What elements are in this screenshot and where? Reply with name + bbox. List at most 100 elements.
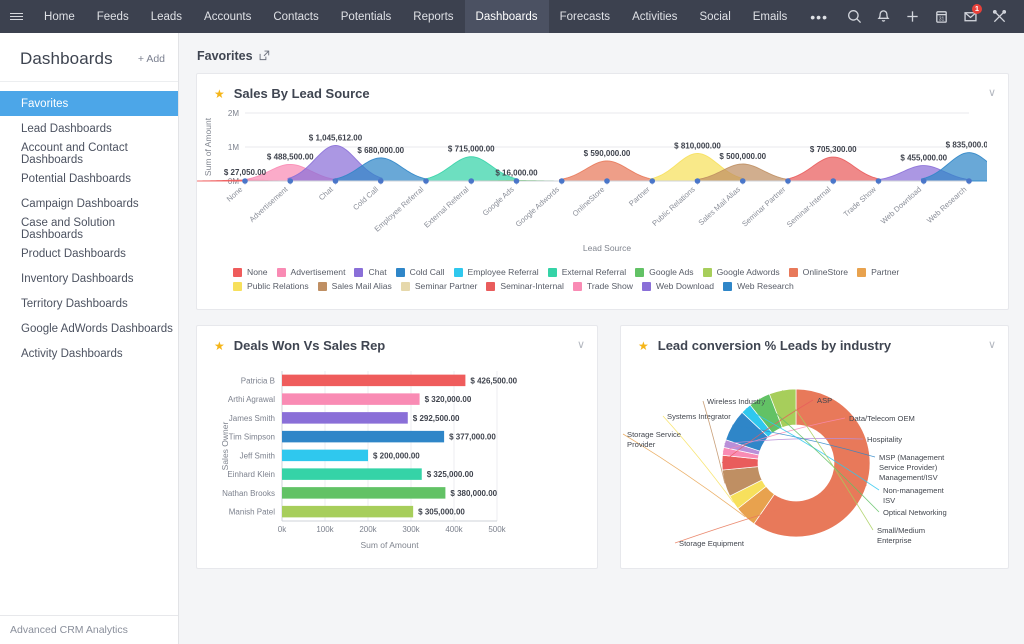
nav-item-dashboards[interactable]: Dashboards: [465, 0, 549, 33]
legend-item[interactable]: None: [233, 267, 268, 277]
hamburger-menu-icon[interactable]: [0, 11, 33, 22]
plus-icon[interactable]: [898, 0, 927, 33]
add-dashboard-button[interactable]: + Add: [138, 53, 165, 65]
data-point-0[interactable]: [242, 178, 248, 184]
x-axis-tick-label: Partner: [627, 184, 652, 208]
legend-item[interactable]: Web Research: [723, 281, 794, 291]
tools-icon[interactable]: [985, 0, 1014, 33]
legend-item[interactable]: External Referral: [548, 267, 626, 277]
legend-item[interactable]: OnlineStore: [789, 267, 848, 277]
data-point-4[interactable]: [423, 178, 429, 184]
sidebar-item-case-and-solution-dashboards[interactable]: Case and Solution Dashboards: [0, 216, 178, 241]
legend-item[interactable]: Google Adwords: [703, 267, 780, 277]
nav-item-home[interactable]: Home: [33, 0, 86, 33]
data-point-13[interactable]: [830, 178, 836, 184]
y-axis-category-label: Tim Simpson: [229, 433, 275, 442]
sidebar-item-potential-dashboards[interactable]: Potential Dashboards: [0, 166, 178, 191]
nav-item-emails[interactable]: Emails: [742, 0, 799, 33]
bell-icon[interactable]: [869, 0, 898, 33]
y-axis-category-label: Arthi Agrawal: [228, 395, 275, 404]
sidebar-item-favorites[interactable]: Favorites: [0, 91, 178, 116]
sidebar-item-campaign-dashboards[interactable]: Campaign Dashboards: [0, 191, 178, 216]
legend-item[interactable]: Sales Mail Alias: [318, 281, 392, 291]
nav-item-reports[interactable]: Reports: [402, 0, 464, 33]
sidebar-item-lead-dashboards[interactable]: Lead Dashboards: [0, 116, 178, 141]
nav-item-activities[interactable]: Activities: [621, 0, 688, 33]
bar-1[interactable]: [282, 393, 420, 405]
legend-item[interactable]: Advertisement: [277, 267, 346, 277]
chevron-down-icon[interactable]: ∨: [988, 340, 996, 351]
data-point-7[interactable]: [559, 178, 565, 184]
data-label-13: $ 705,300.00: [810, 145, 857, 154]
legend-item[interactable]: Web Download: [642, 281, 714, 291]
calendar-icon[interactable]: 31: [927, 0, 956, 33]
chevron-down-icon[interactable]: ∨: [988, 88, 996, 99]
search-icon[interactable]: [840, 0, 869, 33]
nav-item-leads[interactable]: Leads: [140, 0, 193, 33]
nav-item-potentials[interactable]: Potentials: [330, 0, 403, 33]
data-label-15: $ 455,000.00: [900, 154, 947, 163]
nav-item-accounts[interactable]: Accounts: [193, 0, 262, 33]
favorite-star-icon[interactable]: ★: [214, 339, 225, 353]
main-content: Favorites ★ Sales By Lead Source ∨ 0M1M2…: [179, 33, 1024, 644]
favorite-star-icon[interactable]: ★: [638, 339, 649, 353]
legend-item[interactable]: Seminar Partner: [401, 281, 478, 291]
nav-item-contacts[interactable]: Contacts: [262, 0, 329, 33]
legend-item[interactable]: Chat: [354, 267, 386, 277]
legend-swatch-icon: [635, 268, 644, 277]
x-axis-tick-label: Google Ads: [481, 185, 516, 218]
nav-right-icons: 31 1: [840, 0, 1024, 33]
sidebar-item-google-adwords-dashboards[interactable]: Google AdWords Dashboards: [0, 316, 178, 341]
external-link-icon[interactable]: [259, 50, 270, 61]
data-point-14[interactable]: [876, 178, 882, 184]
legend-item[interactable]: Seminar-Internal: [486, 281, 564, 291]
sidebar-item-account-and-contact-dashboards[interactable]: Account and Contact Dashboards: [0, 141, 178, 166]
data-point-8[interactable]: [604, 178, 610, 184]
sidebar-item-product-dashboards[interactable]: Product Dashboards: [0, 241, 178, 266]
legend-swatch-icon: [548, 268, 557, 277]
legend-swatch-icon: [723, 282, 732, 291]
nav-item-feeds[interactable]: Feeds: [86, 0, 140, 33]
legend-label: Sales Mail Alias: [332, 281, 392, 291]
data-point-5[interactable]: [468, 178, 474, 184]
data-point-3[interactable]: [378, 178, 384, 184]
legend-item[interactable]: Trade Show: [573, 281, 633, 291]
bar-3[interactable]: [282, 431, 444, 443]
nav-item-social[interactable]: Social: [688, 0, 741, 33]
legend-item[interactable]: Partner: [857, 267, 899, 277]
legend-label: Google Ads: [649, 267, 693, 277]
data-point-1[interactable]: [287, 178, 293, 184]
bar-2[interactable]: [282, 412, 408, 424]
sidebar-item-inventory-dashboards[interactable]: Inventory Dashboards: [0, 266, 178, 291]
bar-0[interactable]: [282, 375, 465, 387]
bar-7[interactable]: [282, 506, 413, 518]
data-point-12[interactable]: [785, 178, 791, 184]
legend-item[interactable]: Google Ads: [635, 267, 693, 277]
legend-item[interactable]: Employee Referral: [454, 267, 539, 277]
favorite-star-icon[interactable]: ★: [214, 87, 225, 101]
bar-4[interactable]: [282, 450, 368, 462]
nav-more-icon[interactable]: •••: [798, 0, 840, 33]
legend-item[interactable]: Cold Call: [396, 267, 445, 277]
pie-label-9: Optical Networking: [883, 508, 947, 517]
bar-5[interactable]: [282, 468, 422, 480]
data-point-11[interactable]: [740, 178, 746, 184]
top-navigation-bar: HomeFeedsLeadsAccountsContactsPotentials…: [0, 0, 1024, 33]
x-axis-tick-label: Trade Show: [842, 184, 879, 218]
data-point-2[interactable]: [333, 178, 339, 184]
mail-icon[interactable]: 1: [956, 0, 985, 33]
bar-6[interactable]: [282, 487, 445, 499]
data-point-6[interactable]: [514, 178, 520, 184]
chevron-down-icon[interactable]: ∨: [577, 340, 585, 351]
area-chart: 0M1M2MSum of AmountNoneAdvertisementChat…: [197, 101, 1008, 261]
card-title: Sales By Lead Source: [234, 86, 370, 101]
data-point-10[interactable]: [695, 178, 701, 184]
data-point-16[interactable]: [966, 178, 972, 184]
nav-item-forecasts[interactable]: Forecasts: [549, 0, 622, 33]
data-point-15[interactable]: [921, 178, 927, 184]
legend-item[interactable]: Public Relations: [233, 281, 309, 291]
area-series-13: [786, 157, 881, 181]
sidebar-item-territory-dashboards[interactable]: Territory Dashboards: [0, 291, 178, 316]
data-point-9[interactable]: [649, 178, 655, 184]
sidebar-item-activity-dashboards[interactable]: Activity Dashboards: [0, 341, 178, 366]
